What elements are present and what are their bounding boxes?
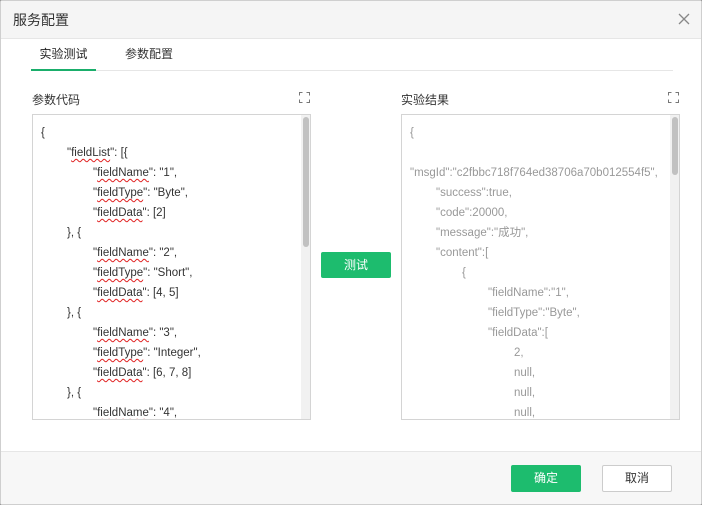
code-line: "fieldData": [2] <box>41 203 201 223</box>
code-key-token: fieldData <box>97 287 143 299</box>
code-key-token: fieldType <box>97 267 144 279</box>
tab-experiment-test[interactable]: 实验测试 <box>31 39 96 71</box>
code-line: "content":[ <box>410 243 658 263</box>
code-key-token: fieldData <box>97 367 143 379</box>
code-line: "fieldType": "Short", <box>41 263 201 283</box>
code-line: "fieldName": "3", <box>41 323 201 343</box>
code-line: { <box>41 123 201 143</box>
code-key-token: fieldName <box>97 167 149 179</box>
code-token: ": "1", <box>148 167 178 179</box>
code-token: "fieldData":[ <box>488 327 548 339</box>
code-key-token: fieldData <box>97 207 143 219</box>
dialog-header: 服务配置 <box>1 1 701 39</box>
code-line: { <box>410 263 658 283</box>
code-token: }, { <box>67 307 82 319</box>
code-line: "fieldData":[ <box>410 323 658 343</box>
tab-bar: 实验测试 参数配置 <box>31 39 673 71</box>
code-line: "code":20000, <box>410 203 658 223</box>
params-code-content[interactable]: {"fieldList": [{"fieldName": "1", "fieldT… <box>41 123 201 419</box>
code-line: "success":true, <box>410 183 658 203</box>
code-line: "fieldList": [{ <box>41 143 201 163</box>
test-button[interactable]: 测试 <box>321 252 391 278</box>
code-token: ": "Byte", <box>143 187 188 199</box>
dialog-title: 服务配置 <box>13 13 69 29</box>
params-scroll-thumb[interactable] <box>303 117 309 247</box>
code-line: "msgId":"c2fbbc718f764ed38706a70b012554f… <box>410 163 658 183</box>
code-line: }, { <box>41 223 201 243</box>
code-token: null, <box>514 387 536 399</box>
code-line: "fieldName":"1", <box>410 283 658 303</box>
code-token: "msgId":"c2fbbc718f764ed38706a70b012554f… <box>410 167 658 179</box>
code-line: }, { <box>41 303 201 323</box>
code-key-token: fieldName <box>97 407 149 419</box>
code-token: "fieldType":"Byte", <box>488 307 580 319</box>
code-token: ": "3", <box>148 327 178 339</box>
results-label: 实验结果 <box>401 93 450 107</box>
code-token: ": [{ <box>110 147 128 159</box>
service-config-dialog: 服务配置 实验测试 参数配置 参数代码 {"fieldList": [{"fie… <box>0 0 702 505</box>
close-icon[interactable] <box>677 12 691 26</box>
code-key-token: fieldName <box>97 327 149 339</box>
expand-icon[interactable] <box>668 92 679 103</box>
code-line: "fieldData": [6, 7, 8] <box>41 363 201 383</box>
code-token: { <box>41 127 45 139</box>
code-line: 2, <box>410 343 658 363</box>
code-line: "message":"成功", <box>410 223 658 243</box>
code-key-token: fieldList <box>71 147 111 159</box>
code-line: "fieldType": "Integer", <box>41 343 201 363</box>
code-line: null, <box>410 363 658 383</box>
ok-button[interactable]: 确定 <box>511 465 581 492</box>
code-line: { <box>410 123 658 143</box>
params-code-editor[interactable]: {"fieldList": [{"fieldName": "1", "fieldT… <box>32 114 311 420</box>
code-line: null, <box>410 403 658 419</box>
code-token: ": [2] <box>142 207 166 219</box>
results-scroll-thumb[interactable] <box>672 117 678 175</box>
cancel-button[interactable]: 取消 <box>602 465 672 492</box>
expand-icon[interactable] <box>299 92 310 103</box>
code-token: null, <box>514 367 536 379</box>
code-token: null, <box>514 407 536 419</box>
code-line: "fieldName": "1", <box>41 163 201 183</box>
code-token: 2, <box>514 347 524 359</box>
dialog-footer: 确定 取消 <box>1 451 701 504</box>
code-token: ": [6, 7, 8] <box>142 367 192 379</box>
code-key-token: fieldType <box>97 347 144 359</box>
code-line: }, { <box>41 383 201 403</box>
code-key-token: fieldType <box>97 187 144 199</box>
params-scrollbar[interactable] <box>301 115 310 419</box>
code-token: ": "4", <box>148 407 178 419</box>
code-key-token: fieldName <box>97 247 149 259</box>
code-token: ": [4, 5] <box>142 287 179 299</box>
code-token: ": "Short", <box>143 267 193 279</box>
code-line: "fieldType": "Byte", <box>41 183 201 203</box>
code-line: "fieldType":"Byte", <box>410 303 658 323</box>
code-line: "fieldName": "2", <box>41 243 201 263</box>
code-token: ": "2", <box>148 247 178 259</box>
tab-parameter-config[interactable]: 参数配置 <box>123 39 175 71</box>
code-token: }, { <box>67 387 82 399</box>
code-line: "fieldData": [4, 5] <box>41 283 201 303</box>
results-scrollbar[interactable] <box>670 115 679 419</box>
code-line: "fieldName": "4", <box>41 403 201 419</box>
code-token: "content":[ <box>436 247 489 259</box>
code-token: "message":"成功", <box>436 227 529 239</box>
code-token: }, { <box>67 227 82 239</box>
code-line: null, <box>410 383 658 403</box>
code-token: "code":20000, <box>436 207 508 219</box>
code-token: "fieldName":"1", <box>488 287 569 299</box>
params-label: 参数代码 <box>32 93 81 107</box>
code-token: "success":true, <box>436 187 512 199</box>
code-token: ": "Integer", <box>143 347 201 359</box>
code-token: { <box>410 127 414 139</box>
code-token: { <box>462 267 466 279</box>
results-output[interactable]: { "msgId":"c2fbbc718f764ed38706a70b012554… <box>401 114 680 420</box>
results-code-content: { "msgId":"c2fbbc718f764ed38706a70b012554… <box>410 123 658 419</box>
